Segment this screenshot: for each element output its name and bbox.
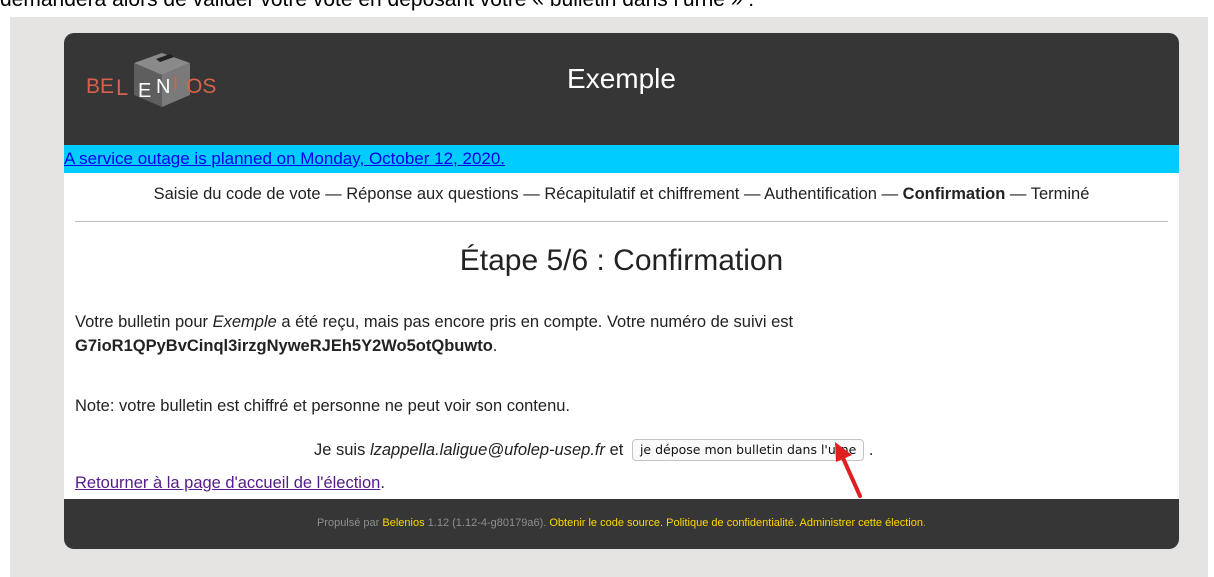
step-title: Étape 5/6 : Confirmation [459, 244, 784, 277]
encryption-note: Note: votre bulletin est chiffré et pers… [75, 397, 570, 415]
voter-email: lzappella.laligue@ufolep-usep.fr [369, 441, 605, 459]
belenios-link[interactable]: Belenios [382, 517, 424, 529]
document-text-fragment: demandera alors de valider votre vote en… [0, 0, 1214, 12]
return-row: Retourner à la page d'accueil de l'élect… [75, 474, 385, 492]
page-footer: Propulsé par Belenios 1.12 (1.12-4-g8017… [64, 499, 1179, 549]
election-page: BE L E N I OS Exemple A service outage i… [64, 33, 1179, 549]
administer-election-link[interactable]: Administrer cette élection [799, 517, 923, 529]
step-6: Terminé [1030, 185, 1090, 203]
divider [75, 221, 1168, 222]
outage-notice-link[interactable]: A service outage is planned on Monday, O… [64, 149, 505, 169]
election-title: Exemple [567, 63, 676, 94]
source-code-link[interactable]: Obtenir le code source [549, 517, 660, 529]
step-5-current: Confirmation [902, 185, 1006, 203]
step-1: Saisie du code de vote [153, 185, 321, 203]
return-home-link[interactable]: Retourner à la page d'accueil de l'élect… [75, 474, 380, 492]
page-header: BE L E N I OS Exemple [64, 33, 1179, 145]
confirm-row: Je suis lzappella.laligue@ufolep-usep.fr… [314, 439, 874, 461]
step-3: Récapitulatif et chiffrement [544, 185, 740, 203]
receipt-message: Votre bulletin pour Exemple a été reçu, … [75, 313, 794, 355]
step-breadcrumb: Saisie du code de vote — Réponse aux que… [153, 185, 1090, 203]
red-arrow-annotation [835, 442, 862, 498]
outage-notice-banner: A service outage is planned on Monday, O… [64, 145, 1179, 173]
privacy-policy-link[interactable]: Politique de confidentialité [666, 517, 794, 529]
election-name: Exemple [212, 313, 277, 331]
tracking-number: G7ioR1QPyBvCinql3irzgNyweRJEh5Y2Wo5otQbu… [75, 337, 493, 355]
step-4: Authentification [764, 185, 877, 203]
step-2: Réponse aux questions [346, 185, 519, 203]
